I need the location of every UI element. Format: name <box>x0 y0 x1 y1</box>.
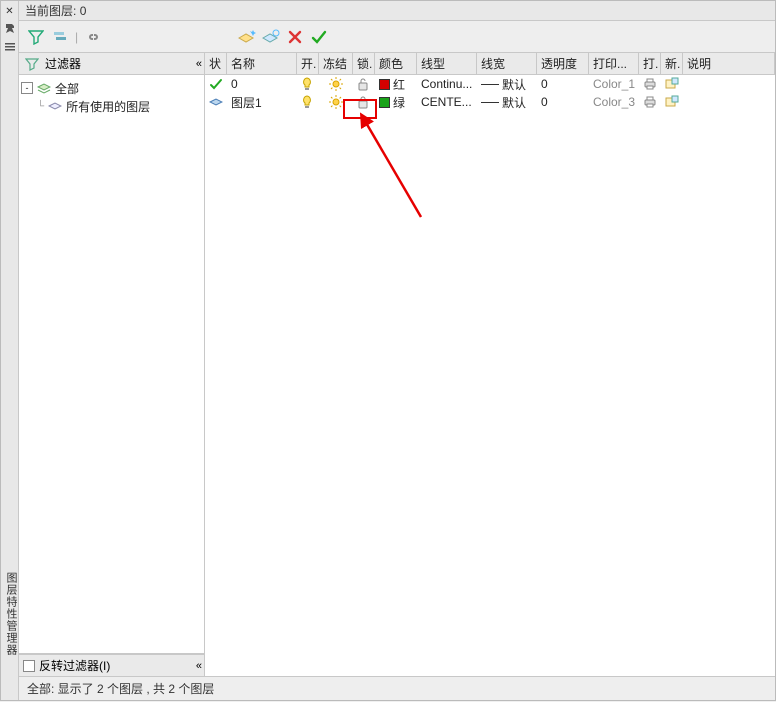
layers-all-icon <box>35 79 53 97</box>
cell-plotstyle[interactable]: Color_3 <box>589 95 639 109</box>
tree-root[interactable]: - 全部 <box>21 79 202 97</box>
set-current-icon[interactable] <box>310 28 328 46</box>
col-status[interactable]: 状 <box>205 53 227 74</box>
cell-color[interactable]: 绿 <box>375 94 417 111</box>
table-row[interactable]: 图层1 绿CENTE...默认0Color_3 <box>205 93 775 111</box>
link-icon[interactable] <box>84 28 102 46</box>
filter-footer: 反转过滤器(I) « <box>19 654 204 676</box>
cell-linetype[interactable]: Continu... <box>417 77 477 91</box>
printer-icon[interactable] <box>639 77 661 91</box>
layers-used-icon <box>46 97 64 115</box>
col-linetype[interactable]: 线型 <box>417 53 477 74</box>
collapse-icon-2[interactable]: « <box>196 660 200 672</box>
col-name[interactable]: 名称 <box>227 53 297 74</box>
layer-states-icon[interactable] <box>51 28 69 46</box>
printer-icon[interactable] <box>639 95 661 109</box>
filter-sidebar: 过滤器 « - 全部 └ 所有使用的图层 <box>19 53 205 676</box>
col-color[interactable]: 颜色 <box>375 53 417 74</box>
tree-expander[interactable]: - <box>21 82 33 94</box>
col-transparency[interactable]: 透明度 <box>537 53 589 74</box>
invert-filter-label: 反转过滤器(I) <box>39 657 110 674</box>
filter-icon[interactable] <box>27 28 45 46</box>
status-text: 全部: 显示了 2 个图层 , 共 2 个图层 <box>27 680 214 697</box>
cell-name[interactable]: 0 <box>227 77 297 91</box>
lock-icon[interactable] <box>353 77 375 91</box>
new-layer-freeze-icon[interactable] <box>262 28 280 46</box>
cell-color[interactable]: 红 <box>375 76 417 93</box>
lock-icon[interactable] <box>353 95 375 109</box>
col-new-vp[interactable]: 新. <box>661 53 683 74</box>
panel-vertical-title: 图层特性管理器 <box>1 568 21 660</box>
bulb-icon[interactable] <box>297 95 319 109</box>
cell-plotstyle[interactable]: Color_1 <box>589 77 639 91</box>
status-icon <box>205 77 227 91</box>
new-layer-icon[interactable] <box>238 28 256 46</box>
col-lock[interactable]: 锁. <box>353 53 375 74</box>
col-on[interactable]: 开. <box>297 53 319 74</box>
tree-root-label: 全部 <box>55 80 79 97</box>
tree-child-label: 所有使用的图层 <box>66 98 150 115</box>
layer-grid: 状 名称 开. 冻结 锁. 颜色 线型 线宽 透明度 打印... 打. 新. 说… <box>205 53 775 676</box>
new-vp-icon[interactable] <box>661 77 683 91</box>
cell-linetype[interactable]: CENTE... <box>417 95 477 109</box>
title-value: 0 <box>80 4 87 18</box>
titlebar: 当前图层: 0 <box>19 1 775 21</box>
menu-icon[interactable] <box>2 39 18 55</box>
close-icon[interactable]: ✕ <box>2 3 18 19</box>
invert-filter-checkbox[interactable]: 反转过滤器(I) <box>23 657 110 674</box>
cell-transparency[interactable]: 0 <box>537 95 589 109</box>
delete-layer-icon[interactable] <box>286 28 304 46</box>
statusbar: 全部: 显示了 2 个图层 , 共 2 个图层 <box>19 676 775 700</box>
toolbar: | <box>19 21 775 53</box>
col-freeze[interactable]: 冻结 <box>319 53 353 74</box>
bulb-icon[interactable] <box>297 77 319 91</box>
new-vp-icon[interactable] <box>661 95 683 109</box>
col-plotstyle[interactable]: 打印... <box>589 53 639 74</box>
cell-lineweight[interactable]: 默认 <box>477 76 537 93</box>
filter-header-icon <box>23 55 41 73</box>
tree-child[interactable]: └ 所有使用的图层 <box>21 97 202 115</box>
table-row[interactable]: 0红Continu...默认0Color_1 <box>205 75 775 93</box>
filter-header-label: 过滤器 <box>45 55 81 72</box>
window-left-strip: ✕ 图层特性管理器 <box>1 1 19 700</box>
cell-transparency[interactable]: 0 <box>537 77 589 91</box>
filter-tree[interactable]: - 全部 └ 所有使用的图层 <box>19 75 204 654</box>
grid-header: 状 名称 开. 冻结 锁. 颜色 线型 线宽 透明度 打印... 打. 新. 说… <box>205 53 775 75</box>
filter-header: 过滤器 « <box>19 53 204 75</box>
sun-icon[interactable] <box>319 77 353 91</box>
pin-icon[interactable] <box>2 21 18 37</box>
grid-body[interactable]: 0红Continu...默认0Color_1图层1绿CENTE...默认0Col… <box>205 75 775 676</box>
col-plot[interactable]: 打. <box>639 53 661 74</box>
cell-lineweight[interactable]: 默认 <box>477 94 537 111</box>
col-lineweight[interactable]: 线宽 <box>477 53 537 74</box>
collapse-icon[interactable]: « <box>196 58 200 70</box>
status-icon <box>205 95 227 109</box>
cell-name[interactable]: 图层1 <box>227 94 297 111</box>
col-description[interactable]: 说明 <box>683 53 775 74</box>
sun-icon[interactable] <box>319 95 353 109</box>
title-label: 当前图层: <box>25 2 76 19</box>
